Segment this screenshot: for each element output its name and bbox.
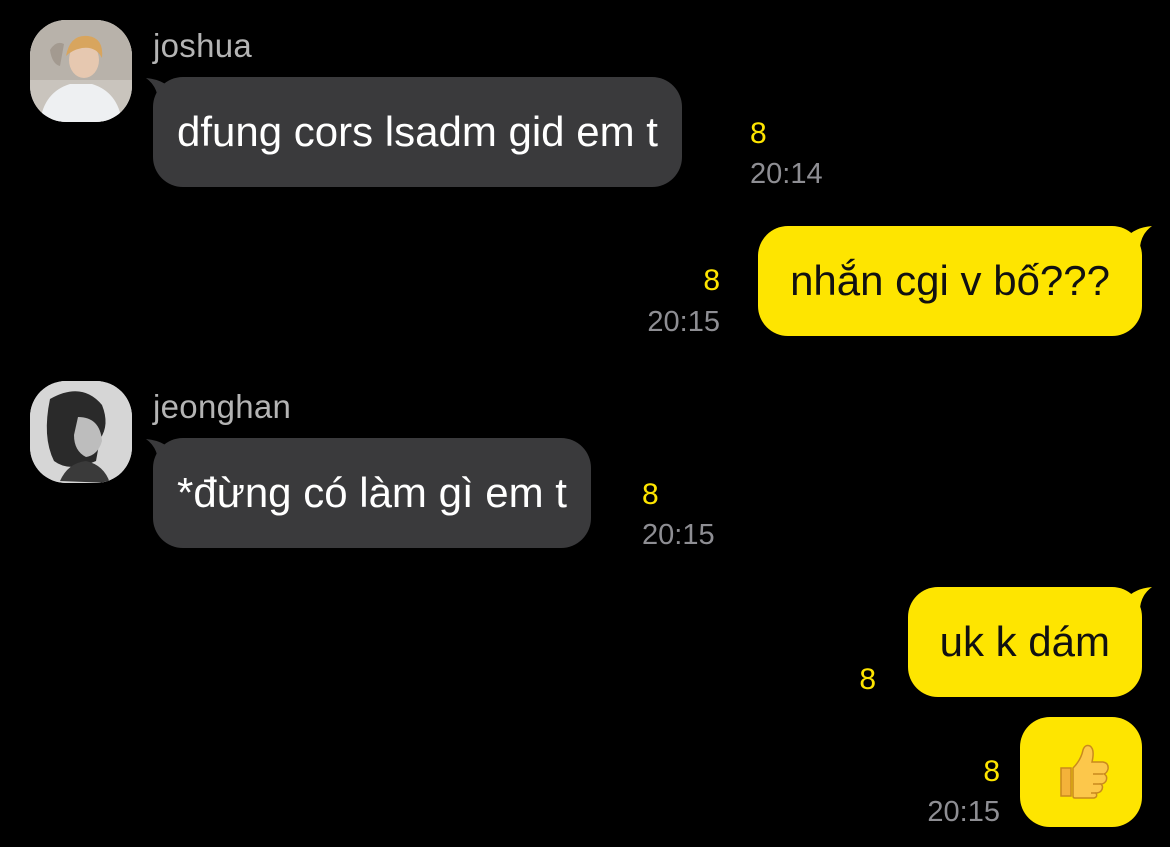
message-bubble[interactable]: [1020, 717, 1142, 827]
message-text: dfung cors lsadm gid em t: [177, 108, 658, 155]
message-time: 20:15: [647, 306, 720, 338]
message-time: 20:14: [750, 158, 823, 190]
message-bubble[interactable]: uk k dám: [907, 587, 1142, 697]
avatar-jeonghan[interactable]: [30, 381, 132, 483]
unread-count: 8: [703, 264, 720, 297]
thumbs-up-emoji-icon: [1060, 744, 1109, 799]
sender-name: jeonghan: [153, 388, 292, 425]
message-text: nhắn cgi v bố???: [790, 257, 1110, 304]
message-bubble[interactable]: nhắn cgi v bố???: [758, 226, 1142, 336]
avatar-joshua[interactable]: [30, 20, 132, 122]
unread-count: 8: [642, 478, 659, 511]
message-bubble[interactable]: *đừng có làm gì em t: [153, 438, 591, 548]
message-text: *đừng có làm gì em t: [177, 469, 567, 516]
message-time: 20:15: [642, 519, 715, 551]
message-text: uk k dám: [939, 618, 1110, 665]
unread-count: 8: [983, 755, 1000, 788]
message-time: 20:15: [927, 796, 1000, 828]
sender-name: joshua: [153, 27, 253, 64]
profile-photo-joshua: [30, 20, 132, 122]
profile-photo-jeonghan: [30, 381, 132, 483]
message-bubble[interactable]: dfung cors lsadm gid em t: [153, 77, 682, 187]
unread-count: 8: [859, 663, 876, 696]
chat-thread: joshua dfung cors lsadm gid em t 8 20:14…: [0, 0, 1170, 847]
unread-count: 8: [750, 117, 767, 150]
